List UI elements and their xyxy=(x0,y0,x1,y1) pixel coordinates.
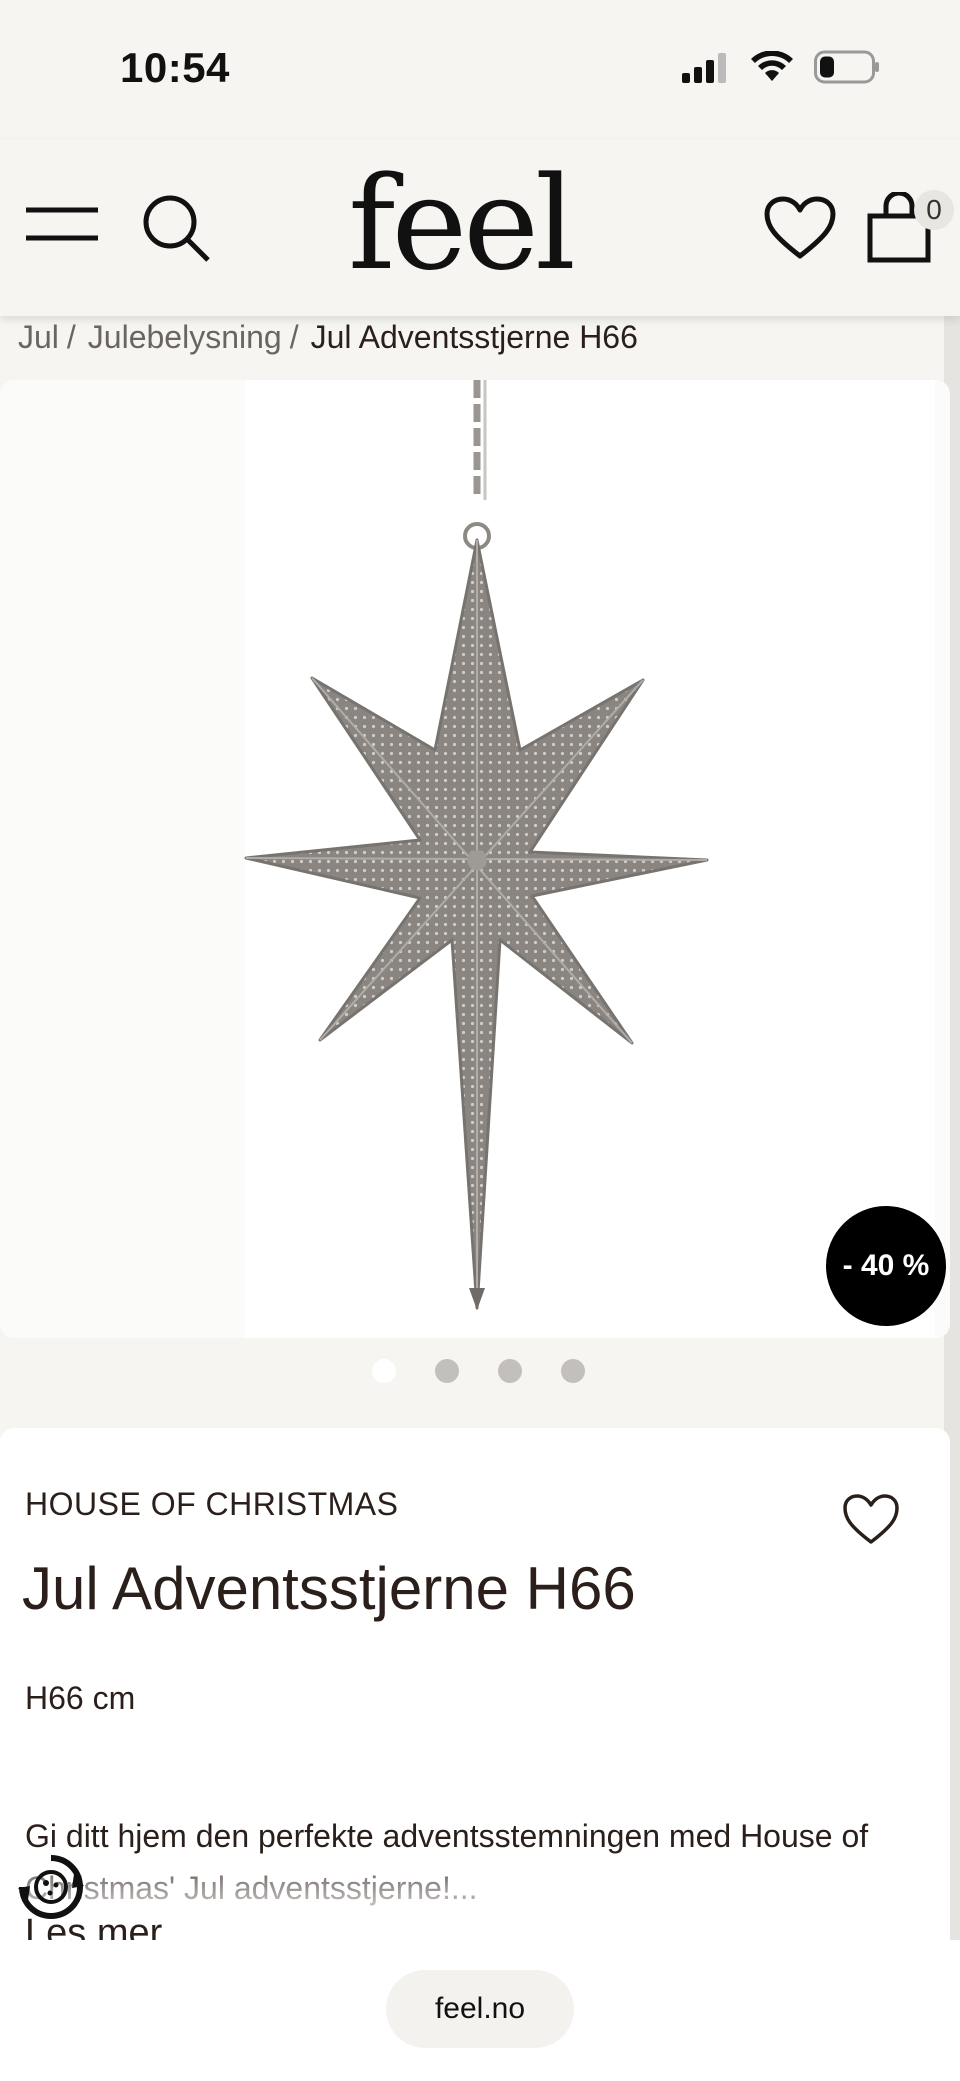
wishlist-button[interactable] xyxy=(764,196,836,260)
product-image[interactable] xyxy=(0,380,950,1338)
site-logo[interactable]: feel xyxy=(340,160,580,290)
search-button[interactable] xyxy=(140,192,212,264)
hamburger-icon xyxy=(26,207,98,241)
breadcrumb-separator: / xyxy=(289,318,299,355)
carousel-dot-3[interactable] xyxy=(498,1359,522,1383)
carousel-dot-2[interactable] xyxy=(435,1359,459,1383)
breadcrumb-link-jul[interactable]: Jul xyxy=(18,319,59,356)
battery-icon xyxy=(814,50,879,84)
heart-icon xyxy=(843,1494,899,1544)
product-info-card: HOUSE OF CHRISTMAS Jul Adventsstjerne H6… xyxy=(0,1428,950,1988)
product-size: H66 cm xyxy=(25,1680,136,1716)
heart-icon xyxy=(764,196,836,259)
status-icons xyxy=(682,50,880,84)
breadcrumb-current: Jul Adventsstjerne H66 xyxy=(310,318,638,355)
search-icon xyxy=(143,195,210,262)
discount-badge: - 40 % xyxy=(826,1206,946,1326)
product-favorite-button[interactable] xyxy=(842,1494,900,1551)
status-bar: 10:54 xyxy=(0,0,960,140)
star-ornament-image xyxy=(244,380,935,1338)
signal-icon xyxy=(682,53,726,83)
menu-button[interactable] xyxy=(24,204,100,244)
carousel-dots xyxy=(372,1359,585,1383)
status-time: 10:54 xyxy=(120,44,230,91)
breadcrumb: Jul / Julebelysning / Jul Adventsstjerne… xyxy=(18,314,638,360)
site-header: feel 0 xyxy=(0,140,960,316)
description-fade xyxy=(0,1858,950,1918)
cookie-icon xyxy=(18,1855,84,1919)
breadcrumb-link-julebelysning[interactable]: Julebelysning xyxy=(88,319,282,356)
browser-bottom-bar: feel.no xyxy=(0,1940,960,2081)
browser-url-bar[interactable]: feel.no xyxy=(386,1970,574,2048)
cookie-settings-button[interactable] xyxy=(16,1852,86,1927)
wifi-icon xyxy=(751,51,793,81)
breadcrumb-separator: / xyxy=(66,318,76,355)
cart-count-badge: 0 xyxy=(914,190,954,230)
carousel-dot-1[interactable] xyxy=(372,1359,396,1383)
carousel-dot-4[interactable] xyxy=(561,1359,585,1383)
product-brand[interactable]: HOUSE OF CHRISTMAS xyxy=(25,1486,398,1523)
product-title: Jul Adventsstjerne H66 xyxy=(22,1555,636,1622)
